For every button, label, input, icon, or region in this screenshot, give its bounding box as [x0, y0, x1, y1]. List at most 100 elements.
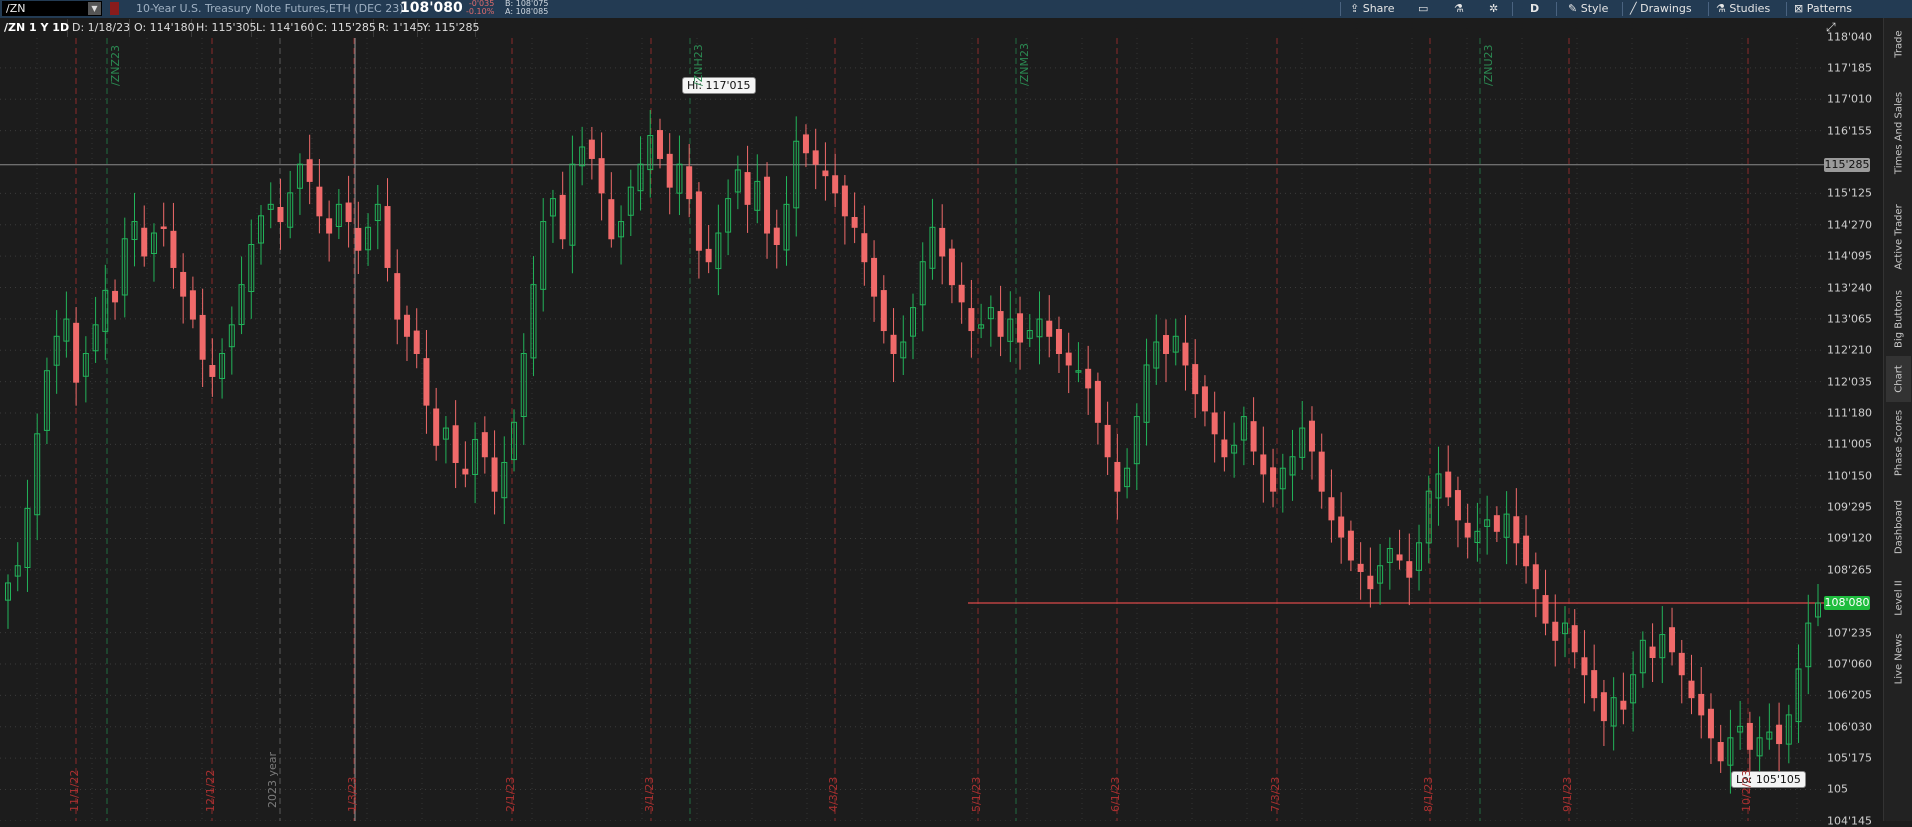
- candlestick: [1231, 422, 1238, 478]
- toolbar-divider: [1340, 2, 1341, 16]
- chart-area[interactable]: [0, 36, 1824, 822]
- candlestick: [919, 242, 926, 332]
- gear-icon: ✲: [1489, 2, 1499, 15]
- sidebar-tab-live-news[interactable]: Live News: [1886, 626, 1911, 692]
- candlestick: [345, 175, 352, 248]
- candlestick: [1279, 453, 1286, 513]
- candlestick: [1143, 338, 1150, 446]
- aggregation-button[interactable]: D: [1530, 0, 1539, 18]
- flag-icon[interactable]: [110, 2, 119, 15]
- settings-button[interactable]: ✲: [1489, 0, 1498, 18]
- chart-title[interactable]: /ZN 1 Y 1D: [0, 19, 69, 37]
- candlestick: [1464, 503, 1471, 559]
- candlestick: [1416, 524, 1423, 591]
- candlestick: [744, 145, 751, 233]
- candlestick: [588, 126, 595, 180]
- candlestick: [987, 295, 994, 347]
- candlestick: [1766, 703, 1773, 750]
- style-label: Style: [1580, 2, 1609, 15]
- bar-range: R: 1'145: [374, 19, 424, 37]
- candlestick: [530, 256, 537, 377]
- candlestick: [1201, 375, 1208, 427]
- sidebar-tab-times-and-sales[interactable]: Times And Sales: [1886, 74, 1911, 192]
- symbol-input[interactable]: /ZN: [2, 1, 102, 16]
- candlestick: [491, 430, 498, 515]
- candlestick: [880, 275, 887, 344]
- candlestick: [5, 574, 11, 629]
- price-axis-tick: 111'005: [1827, 437, 1873, 451]
- candlestick: [948, 239, 955, 304]
- candlestick: [861, 205, 868, 286]
- candlestick: [1805, 594, 1812, 695]
- candlestick: [1698, 666, 1705, 739]
- candlestick: [189, 276, 196, 329]
- screenshot-button[interactable]: ▭: [1418, 0, 1428, 18]
- price-axis-tick: 110'150: [1827, 469, 1873, 483]
- sidebar-tab-phase-scores[interactable]: Phase Scores: [1886, 402, 1911, 484]
- studies-icon: ⚗: [1716, 2, 1726, 15]
- symbol-dropdown-icon[interactable]: ▼: [88, 2, 101, 15]
- crosshair-price-tag: 115'285: [1824, 157, 1870, 172]
- ask-price: A: 108'085: [505, 7, 549, 16]
- flask-button[interactable]: ⚗: [1454, 0, 1464, 18]
- candlestick: [238, 256, 245, 335]
- month-label: 6/1/23: [1109, 776, 1122, 812]
- sidebar-tab-trade[interactable]: Trade: [1886, 18, 1911, 70]
- patterns-icon: ⊠: [1794, 2, 1804, 15]
- price-axis-tick: 114'095: [1827, 249, 1873, 263]
- sidebar-tab-level-ii[interactable]: Level II: [1886, 570, 1911, 626]
- candlestick: [355, 201, 362, 275]
- candlestick: [199, 288, 206, 388]
- candlestick: [608, 172, 615, 248]
- flask-icon: ⚗: [1454, 2, 1464, 15]
- candlestick: [1630, 651, 1637, 732]
- price-axis-tick: 106'205: [1827, 688, 1873, 702]
- sidebar-tab-active-trader[interactable]: Active Trader: [1886, 192, 1911, 282]
- candlestick: [978, 303, 985, 339]
- studies-button[interactable]: ⚗ Studies: [1716, 0, 1770, 18]
- candlestick: [326, 200, 333, 262]
- month-label: 11/1/22: [68, 769, 81, 812]
- sidebar-tab-chart[interactable]: Chart: [1886, 356, 1911, 402]
- candlestick: [1815, 584, 1821, 627]
- candlestick: [141, 205, 148, 267]
- contract-label: /ZNU23: [1482, 44, 1495, 86]
- drawings-button[interactable]: ╱ Drawings: [1630, 0, 1692, 18]
- candlestick: [1299, 401, 1306, 470]
- candlestick: [579, 126, 586, 186]
- sidebar-tab-big-buttons[interactable]: Big Buttons: [1886, 282, 1911, 356]
- sidebar-tab-dashboard[interactable]: Dashboard: [1886, 484, 1911, 570]
- bar-date: D: 1/18/23: [68, 19, 130, 37]
- candlestick: [53, 310, 60, 394]
- patterns-button[interactable]: ⊠ Patterns: [1794, 0, 1852, 18]
- share-button[interactable]: ⇪ Share: [1350, 0, 1394, 18]
- last-price: 108'080: [400, 0, 463, 16]
- candlestick: [1581, 630, 1588, 704]
- candlestick: [802, 124, 809, 168]
- candlestick: [1659, 606, 1666, 684]
- candlestick: [1678, 639, 1685, 704]
- candlestick: [627, 169, 634, 236]
- candlestick: [871, 240, 878, 322]
- candlestick: [1328, 469, 1335, 543]
- candlestick: [1338, 492, 1345, 564]
- toolbar-divider: [1512, 2, 1513, 16]
- candlestick: [1639, 631, 1646, 688]
- expand-icon[interactable]: ⤢: [1826, 20, 1840, 34]
- candlestick: [1055, 316, 1062, 374]
- contract-label: /ZNZ23: [109, 44, 122, 86]
- candlestick: [423, 329, 430, 434]
- toolbar-divider: [1622, 2, 1623, 16]
- month-label: 10/2/23: [1740, 769, 1753, 812]
- price-chart[interactable]: [0, 36, 1824, 822]
- candlestick: [150, 223, 157, 282]
- candlestick: [316, 159, 323, 234]
- style-button[interactable]: ✎ Style: [1568, 0, 1608, 18]
- candlestick: [715, 204, 722, 296]
- cursor-y: Y: 115'285: [418, 19, 479, 37]
- price-axis[interactable]: [1824, 38, 1882, 821]
- candlestick: [656, 118, 663, 169]
- candlestick: [1717, 724, 1724, 773]
- candlestick: [1094, 372, 1101, 445]
- candlestick: [1250, 397, 1257, 466]
